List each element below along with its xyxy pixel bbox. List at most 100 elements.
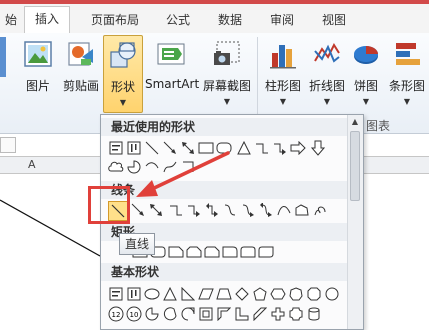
bracket-shape[interactable] [179,158,196,175]
scroll-up-icon[interactable]: ▲ [350,117,360,127]
cross-shape[interactable] [269,305,286,322]
half-frame-shape[interactable] [215,305,232,322]
diagonal-stripe-shape[interactable] [251,305,268,322]
curved-line-shape[interactable] [161,158,178,175]
chord-shape[interactable] [161,305,178,322]
cloud-shape[interactable] [107,158,124,175]
bar-chart-label: 条形图 [388,79,425,93]
picture-button[interactable]: 图片 [18,35,58,123]
round-single-corner-rectangle-shape[interactable] [221,243,238,260]
teardrop-shape[interactable] [179,305,196,322]
parallelogram-shape[interactable] [197,285,214,302]
tab-data[interactable]: 数据 [208,8,252,33]
round-diagonal-rectangle-shape[interactable] [257,243,274,260]
snip-diagonal-rectangle-shape[interactable] [185,243,202,260]
smartart-button[interactable]: SmartArt [145,35,199,123]
octagon-shape[interactable] [305,285,322,302]
worksheet-grid[interactable] [0,174,100,328]
right-arrow-shape[interactable] [289,139,306,156]
double-arrow-shape[interactable] [179,139,196,156]
column-chart-button[interactable]: 柱形图 ▼ [261,35,305,123]
pie-chart-dropdown-arrow: ▼ [362,97,370,106]
round-same-side-rectangle-shape[interactable] [239,243,256,260]
svg-text:12: 12 [111,311,120,319]
curved-connector-shape[interactable] [221,201,238,218]
down-arrow-shape[interactable] [309,139,326,156]
pentagon-shape[interactable] [251,285,268,302]
vertical-text-box-shape[interactable] [125,139,142,156]
charts-group-label: 图表 [366,119,391,133]
curved-arrow-connector-shape[interactable] [239,201,256,218]
elbow-connector-shape[interactable] [253,139,270,156]
heptagon-shape[interactable] [287,285,304,302]
rectangle-shape[interactable] [197,139,214,156]
isosceles-triangle-shape[interactable] [161,285,178,302]
dodecagon-shape[interactable]: 12 [107,305,124,322]
plaque-shape[interactable] [287,305,304,322]
bar-chart-icon [392,39,422,72]
basic-text-box-shape[interactable] [107,285,124,302]
pie-basic-shape[interactable] [143,305,160,322]
elbow-double-arrow-line-shape[interactable] [203,201,220,218]
shapes-dropdown-arrow: ▼ [119,98,127,107]
shapes-scrollbar[interactable]: ▲ [347,115,363,329]
tab-start[interactable]: 始 [0,8,22,33]
tab-review[interactable]: 审阅 [260,8,304,33]
decagon-shape[interactable] [323,285,340,302]
ribbon-tab-bar: 始 插入 页面布局 公式 数据 审阅 视图 [0,0,429,35]
screenshot-button[interactable]: 屏幕截图 ▼ [201,35,253,123]
can-shape[interactable] [305,305,322,322]
section-basic-shapes: 基本形状 [101,263,347,281]
double-arrow-line-shape[interactable] [147,201,164,218]
elbow-arrow-line-shape[interactable] [185,201,202,218]
tab-formulas[interactable]: 公式 [156,8,200,33]
column-a-header[interactable]: A [28,157,36,173]
line-chart-button[interactable]: 折线图 ▼ [305,35,349,123]
svg-text:10: 10 [129,311,138,319]
triangle-shape[interactable] [235,139,252,156]
pie-chart-label: 饼图 [353,79,378,93]
shape-tooltip: 直线 [119,233,156,255]
arc-shape[interactable] [143,158,160,175]
l-shape[interactable] [233,305,250,322]
elbow-connector-line-shape[interactable] [167,201,184,218]
right-triangle-shape[interactable] [179,285,196,302]
freeform-shape[interactable] [293,201,310,218]
snip-round-rectangle-shape[interactable] [203,243,220,260]
bar-chart-button[interactable]: 条形图 ▼ [385,35,429,123]
screenshot-icon [211,39,243,72]
tab-insert[interactable]: 插入 [24,6,70,35]
curved-double-arrow-shape[interactable] [257,201,274,218]
frame-shape[interactable] [197,305,214,322]
basic-oval-shape[interactable] [143,285,160,302]
tab-view[interactable]: 视图 [312,8,356,33]
curve-shape[interactable] [275,201,292,218]
highlight-box [88,186,130,224]
line-shape[interactable] [143,139,160,156]
trapezoid-shape[interactable] [215,285,232,302]
name-box-edge[interactable] [0,137,16,153]
group-separator [257,37,258,123]
arrow-line-shape[interactable] [129,201,146,218]
text-box-shape[interactable] [107,139,124,156]
snip-rectangle-shape[interactable] [167,243,184,260]
elbow-arrow-connector-shape[interactable] [271,139,288,156]
pie-chart-icon [351,39,381,72]
diamond-shape[interactable] [233,285,250,302]
tab-page-layout[interactable]: 页面布局 [80,8,150,33]
column-chart-label: 柱形图 [264,79,301,93]
clipart-icon [66,39,96,72]
arrow-shape[interactable] [161,139,178,156]
scribble-shape[interactable] [311,201,328,218]
pie-chart-button[interactable]: 饼图 ▼ [349,35,383,123]
circle-number-shape[interactable]: 10 [125,305,142,322]
scrollbar-thumb[interactable] [350,131,360,201]
shapes-gallery: 最近使用的形状 线条 矩形 基本形状 12 10 ▲ [100,114,364,330]
line-chart-icon [312,39,342,72]
hexagon-shape[interactable] [269,285,286,302]
shapes-button[interactable]: 形状 ▼ [103,35,143,113]
oval-shape[interactable] [215,139,232,156]
clipart-button[interactable]: 剪贴画 [60,35,102,123]
basic-vertical-text-box-shape[interactable] [125,285,142,302]
pie-shape[interactable] [125,158,142,175]
